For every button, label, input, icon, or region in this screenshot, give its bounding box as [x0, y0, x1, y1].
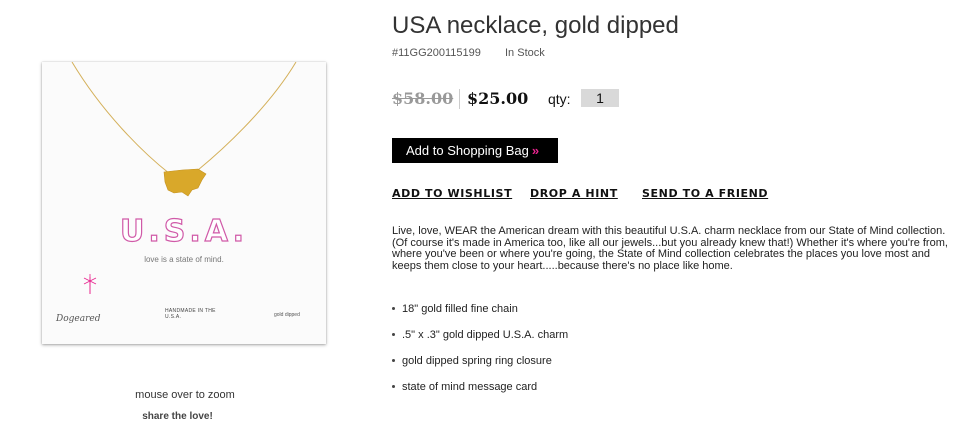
bullet-icon — [392, 333, 395, 336]
card-tagline: love is a state of mind. — [144, 255, 224, 264]
bullet-icon — [392, 307, 395, 310]
send-to-friend-link[interactable]: SEND TO A FRIEND — [642, 187, 768, 200]
card-headline: U.S.A. — [119, 213, 248, 249]
original-price: $58.00 — [392, 89, 454, 108]
brand-logo: Dogeared — [56, 314, 101, 324]
feature-item: 18" gold filled fine chain — [392, 303, 568, 329]
product-image-panel: U.S.A. love is a state of mind. Dogeared… — [0, 0, 370, 430]
share-link[interactable]: share the love! — [0, 411, 355, 422]
quantity-label: qty: — [548, 91, 571, 107]
feature-list: 18" gold filled fine chain .5" x .3" gol… — [392, 303, 568, 407]
product-description: Live, love, WEAR the American dream with… — [392, 225, 948, 272]
product-sku: #11GG200115199 — [392, 47, 481, 59]
add-to-wishlist-link[interactable]: ADD TO WISHLIST — [392, 187, 512, 200]
feature-item: .5" x .3" gold dipped U.S.A. charm — [392, 329, 568, 355]
add-to-shopping-bag-button[interactable]: Add to Shopping Bag» — [392, 138, 558, 163]
product-title: USA necklace, gold dipped — [392, 12, 679, 39]
card-finish-text: gold dipped — [274, 312, 300, 318]
bullet-icon — [392, 385, 395, 388]
quantity-input[interactable] — [581, 89, 619, 107]
necklace-illustration — [71, 62, 297, 294]
dogeared-star-icon — [83, 274, 97, 294]
usa-charm — [163, 168, 207, 197]
zoom-hint: mouse over to zoom — [135, 389, 235, 401]
stock-status: In Stock — [505, 47, 545, 59]
sale-price: $25.00 — [467, 89, 529, 108]
feature-item: gold dipped spring ring closure — [392, 355, 568, 381]
feature-item: state of mind message card — [392, 381, 568, 407]
price-divider — [459, 89, 460, 109]
bullet-icon — [392, 359, 395, 362]
card-handmade-text: HANDMADE IN THE U.S.A. — [165, 308, 216, 320]
drop-a-hint-link[interactable]: DROP A HINT — [530, 187, 618, 200]
product-image[interactable]: U.S.A. love is a state of mind. Dogeared… — [42, 62, 326, 344]
chevron-right-icon: » — [531, 143, 540, 158]
add-to-bag-label: Add to Shopping Bag — [406, 143, 529, 158]
